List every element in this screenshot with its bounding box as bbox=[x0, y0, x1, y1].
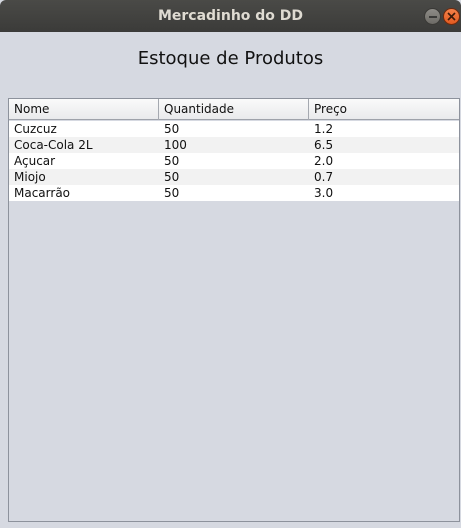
table-row[interactable]: Miojo 50 0.7 bbox=[9, 169, 459, 185]
cell-preco[interactable]: 1.2 bbox=[309, 121, 459, 137]
cell-quantidade[interactable]: 50 bbox=[159, 153, 309, 169]
cell-preco[interactable]: 3.0 bbox=[309, 185, 459, 201]
app-window: Mercadinho do DD Estoque de Produtos Nom… bbox=[0, 0, 461, 528]
table-row[interactable]: Açucar 50 2.0 bbox=[9, 153, 459, 169]
cell-quantidade[interactable]: 100 bbox=[159, 137, 309, 153]
close-button[interactable] bbox=[443, 8, 460, 25]
table-row[interactable]: Coca-Cola 2L 100 6.5 bbox=[9, 137, 459, 153]
cell-nome[interactable]: Coca-Cola 2L bbox=[9, 137, 159, 153]
table-row[interactable]: Macarrão 50 3.0 bbox=[9, 185, 459, 201]
cell-preco[interactable]: 2.0 bbox=[309, 153, 459, 169]
cell-nome[interactable]: Miojo bbox=[9, 169, 159, 185]
column-header-preco[interactable]: Preço bbox=[309, 99, 459, 120]
column-header-quantidade[interactable]: Quantidade bbox=[159, 99, 309, 120]
minimize-button[interactable] bbox=[424, 8, 441, 25]
cell-quantidade[interactable]: 50 bbox=[159, 185, 309, 201]
close-icon bbox=[447, 12, 456, 21]
title-bar[interactable]: Mercadinho do DD bbox=[0, 0, 461, 32]
cell-quantidade[interactable]: 50 bbox=[159, 121, 309, 137]
cell-quantidade[interactable]: 50 bbox=[159, 169, 309, 185]
minimize-icon bbox=[428, 15, 437, 18]
table-body: Cuzcuz 50 1.2 Coca-Cola 2L 100 6.5 Açuca… bbox=[9, 121, 459, 201]
window-title: Mercadinho do DD bbox=[157, 8, 304, 24]
cell-preco[interactable]: 6.5 bbox=[309, 137, 459, 153]
cell-nome[interactable]: Cuzcuz bbox=[9, 121, 159, 137]
table-header: Nome Quantidade Preço bbox=[9, 99, 459, 120]
products-table[interactable]: Nome Quantidade Preço Cuzcuz 50 1.2 Coca… bbox=[8, 98, 460, 522]
cell-nome[interactable]: Macarrão bbox=[9, 185, 159, 201]
column-header-nome[interactable]: Nome bbox=[9, 99, 159, 120]
table-row[interactable]: Cuzcuz 50 1.2 bbox=[9, 121, 459, 137]
page-title: Estoque de Produtos bbox=[137, 48, 324, 69]
cell-preco[interactable]: 0.7 bbox=[309, 169, 459, 185]
cell-nome[interactable]: Açucar bbox=[9, 153, 159, 169]
